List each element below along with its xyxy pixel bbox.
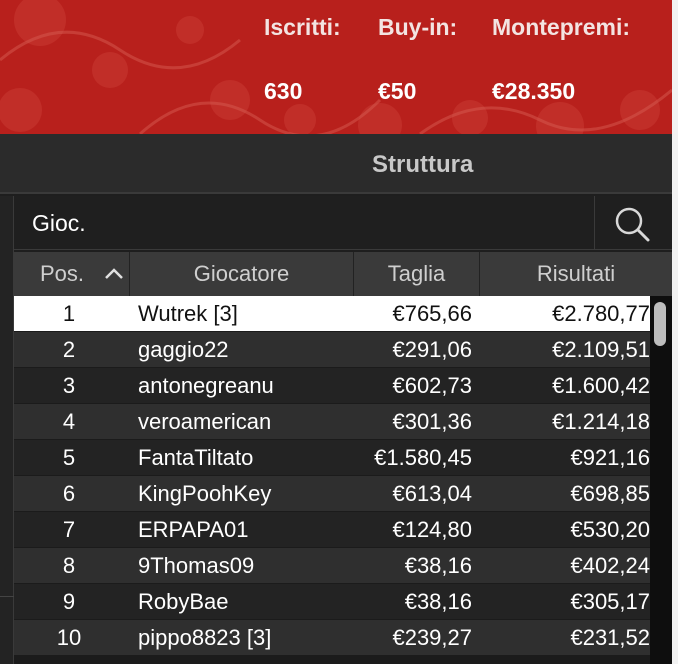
result-cell: €1.600,42	[552, 373, 650, 398]
search-icon[interactable]	[612, 204, 652, 244]
player-name-cell: ERPAPA01	[138, 517, 249, 542]
size-cell: €602,73	[392, 373, 472, 398]
result-cell: €1.214,18	[552, 409, 650, 434]
entrants-label: Iscritti:	[264, 14, 341, 40]
table-body: 1 Wutrek [3] €765,66 €2.780,77 2 gaggio2…	[14, 296, 650, 656]
result-cell: €921,16	[570, 445, 650, 470]
table-row[interactable]: 6 KingPoohKey €613,04 €698,85	[14, 476, 650, 512]
table-row[interactable]: 1 Wutrek [3] €765,66 €2.780,77	[14, 296, 650, 332]
position-cell: 8	[62, 553, 76, 578]
window-edge	[672, 0, 678, 664]
table-row[interactable]: 3 antonegreanu €602,73 €1.600,42	[14, 368, 650, 404]
player-name-cell: antonegreanu	[138, 373, 274, 398]
size-cell: €301,36	[392, 409, 472, 434]
size-cell: €38,16	[404, 553, 472, 578]
size-cell: €1.580,45	[374, 445, 472, 470]
size-cell: €124,80	[392, 517, 472, 542]
position-cell: 10	[56, 625, 82, 650]
column-header-player[interactable]: Giocatore	[130, 252, 354, 296]
divider	[0, 596, 14, 597]
player-name-cell: KingPoohKey	[138, 481, 272, 506]
player-name-cell: gaggio22	[138, 337, 229, 362]
column-header-results[interactable]: Risultati	[480, 252, 672, 296]
table-row[interactable]: 2 gaggio22 €291,06 €2.109,51	[14, 332, 650, 368]
table-row[interactable]: 8 9Thomas09 €38,16 €402,24	[14, 548, 650, 584]
tab-bar: Struttura	[0, 134, 672, 194]
player-name-cell: Wutrek [3]	[138, 301, 238, 326]
column-header-size[interactable]: Taglia	[354, 252, 480, 296]
size-cell: €239,27	[392, 625, 472, 650]
column-header-label: Pos.	[40, 261, 85, 286]
search-bar	[14, 196, 672, 250]
table-row[interactable]: 5 FantaTiltato €1.580,45 €921,16	[14, 440, 650, 476]
size-cell: €291,06	[392, 337, 472, 362]
position-cell: 4	[62, 409, 76, 434]
table-row[interactable]: 7 ERPAPA01 €124,80 €530,20	[14, 512, 650, 548]
result-cell: €231,52	[570, 625, 650, 650]
divider	[594, 196, 595, 250]
player-name-cell: RobyBae	[138, 589, 229, 614]
table-row[interactable]: 9 RobyBae €38,16 €305,17	[14, 584, 650, 620]
result-cell: €530,20	[570, 517, 650, 542]
scrollbar[interactable]	[650, 296, 672, 664]
search-input[interactable]	[14, 196, 594, 250]
result-cell: €2.780,77	[552, 301, 650, 326]
tournament-header: Iscritti: 630 Buy-in: €50 Montepremi: €2…	[0, 0, 672, 134]
position-cell: 1	[62, 301, 76, 326]
table-row[interactable]: 10 pippo8823 [3] €239,27 €231,52	[14, 620, 650, 656]
player-name-cell: FantaTiltato	[138, 445, 254, 470]
result-cell: €305,17	[570, 589, 650, 614]
players-table: Pos. Giocatore Taglia Risultati 1 Wutrek…	[14, 252, 672, 664]
buyin-label: Buy-in:	[378, 14, 458, 40]
chevron-up-icon	[105, 268, 123, 279]
position-cell: 6	[62, 481, 76, 506]
table-header: Pos. Giocatore Taglia Risultati	[14, 252, 672, 296]
player-name-cell: 9Thomas09	[138, 553, 255, 578]
player-name-cell: veroamerican	[138, 409, 272, 434]
buyin-value: €50	[378, 78, 417, 104]
size-cell: €765,66	[392, 301, 472, 326]
player-name-cell: pippo8823 [3]	[138, 625, 272, 650]
scrollbar-thumb[interactable]	[654, 302, 666, 346]
position-cell: 2	[62, 337, 76, 362]
position-cell: 9	[62, 589, 76, 614]
prizepool-label: Montepremi:	[492, 14, 630, 40]
size-cell: €38,16	[404, 589, 472, 614]
tab-struttura[interactable]: Struttura	[372, 151, 473, 179]
side-panel-edge	[0, 196, 14, 664]
result-cell: €2.109,51	[552, 337, 650, 362]
prizepool-value: €28.350	[492, 78, 576, 104]
size-cell: €613,04	[392, 481, 472, 506]
position-cell: 5	[62, 445, 76, 470]
position-cell: 3	[62, 373, 76, 398]
table-row[interactable]: 4 veroamerican €301,36 €1.214,18	[14, 404, 650, 440]
result-cell: €402,24	[570, 553, 650, 578]
column-header-pos[interactable]: Pos.	[14, 252, 130, 296]
entrants-value: 630	[264, 78, 303, 104]
result-cell: €698,85	[570, 481, 650, 506]
position-cell: 7	[62, 517, 76, 542]
